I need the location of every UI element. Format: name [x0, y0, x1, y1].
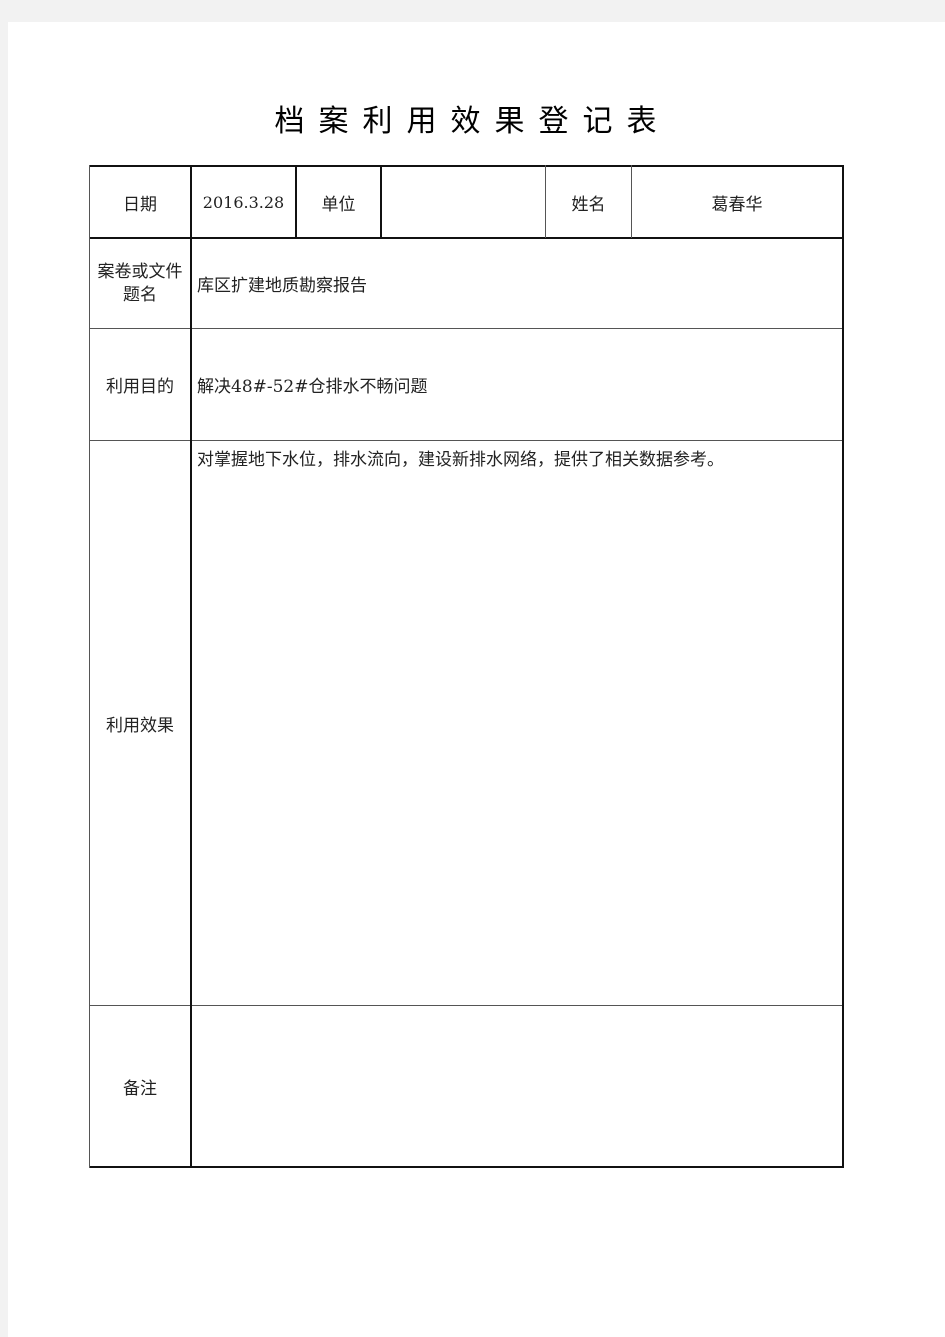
purpose-field[interactable]: 解决48#-52#仓排水不畅问题: [192, 329, 842, 440]
page-title: 档案利用效果登记表: [274, 104, 671, 139]
name-label: 姓名: [571, 194, 606, 215]
purpose-label: 利用目的: [106, 377, 174, 397]
remarks-label: 备注: [123, 1078, 157, 1099]
file-title-label: 案卷或文件 题名: [90, 239, 190, 328]
file-title-field[interactable]: 库区扩建地质勘察报告: [192, 239, 842, 328]
date-label: 日期: [123, 194, 157, 215]
remarks-field[interactable]: [192, 1006, 842, 1166]
file-title-label-line2: 题名: [123, 284, 157, 305]
effect-label: 利用效果: [106, 715, 174, 736]
date-field[interactable]: 2016.3.28: [192, 167, 295, 237]
name-field[interactable]: 葛春华: [632, 167, 842, 237]
unit-label: 单位: [321, 194, 356, 215]
unit-field[interactable]: [382, 167, 545, 237]
file-title-label-line1: 案卷或文件: [97, 261, 183, 282]
effect-field[interactable]: 对掌握地下水位，排水流向，建设新排水网络，提供了相关数据参考。: [192, 441, 842, 1005]
table-border-bottom: [89, 1166, 844, 1168]
table-border-right: [842, 165, 844, 1168]
